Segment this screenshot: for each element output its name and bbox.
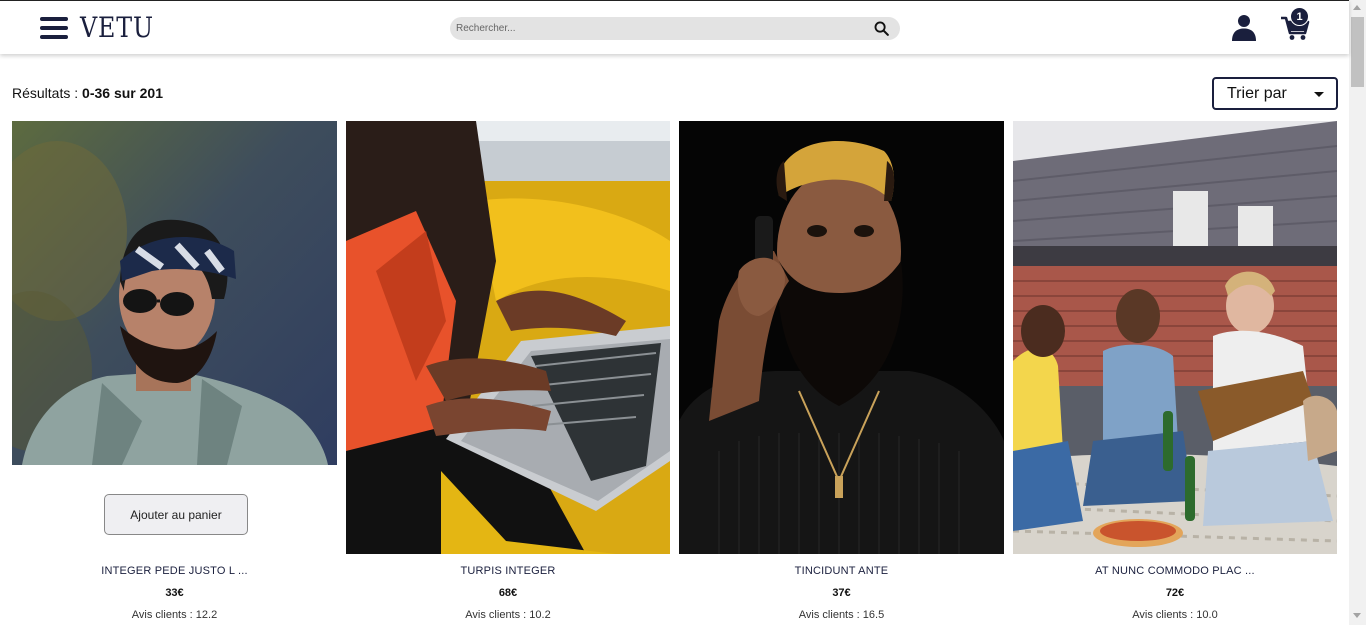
product-image[interactable] <box>12 121 337 465</box>
product-reviews: Avis clients : 10.0 <box>1132 609 1218 621</box>
product-price: 33€ <box>165 587 184 599</box>
search-input[interactable] <box>456 19 856 38</box>
cart-count-badge: 1 <box>1290 7 1309 26</box>
product-card[interactable]: TINCIDUNT ANTE 37€ Avis clients : 16.5 <box>679 121 1004 625</box>
top-header: VETU 1 <box>0 0 1349 54</box>
product-card[interactable]: Ajouter au panier INTEGER PEDE JUSTO L .… <box>12 121 337 625</box>
sort-label: Trier par <box>1227 85 1287 102</box>
product-image[interactable] <box>679 121 1004 554</box>
product-card[interactable]: TURPIS INTEGER 68€ Avis clients : 10.2 <box>346 121 670 625</box>
results-count: Résultats : 0-36 sur 201 <box>12 85 163 101</box>
product-image[interactable] <box>346 121 670 554</box>
results-range: 0-36 sur 201 <box>82 85 163 101</box>
vertical-scrollbar[interactable] <box>1349 0 1366 625</box>
scrollbar-thumb[interactable] <box>1351 17 1364 87</box>
menu-icon[interactable] <box>40 17 68 39</box>
product-price: 37€ <box>832 587 851 599</box>
search-icon[interactable] <box>873 20 890 37</box>
sort-dropdown[interactable]: Trier par <box>1212 77 1338 110</box>
product-name[interactable]: TURPIS INTEGER <box>346 565 670 577</box>
product-name[interactable]: AT NUNC COMMODO PLAC ... <box>1013 565 1337 577</box>
product-reviews: Avis clients : 10.2 <box>465 609 551 621</box>
product-price: 72€ <box>1165 587 1185 599</box>
user-icon[interactable] <box>1232 14 1256 41</box>
chevron-down-icon <box>1314 92 1324 97</box>
product-name[interactable]: TINCIDUNT ANTE <box>679 565 1004 577</box>
product-card[interactable]: AT NUNC COMMODO PLAC ... 72€ Avis client… <box>1013 121 1337 625</box>
add-to-cart-button[interactable]: Ajouter au panier <box>104 494 248 535</box>
product-reviews: Avis clients : 12.2 <box>131 609 218 621</box>
product-reviews: Avis clients : 16.5 <box>798 609 885 621</box>
product-image[interactable] <box>1013 121 1337 554</box>
scroll-down-icon[interactable] <box>1353 613 1361 618</box>
results-label: Résultats : <box>12 85 83 101</box>
product-name[interactable]: INTEGER PEDE JUSTO L ... <box>12 565 337 577</box>
page: VETU 1 Résultats : 0-36 sur 201 Trier pa… <box>0 0 1366 625</box>
product-price: 68€ <box>498 587 518 599</box>
scroll-up-icon[interactable] <box>1353 5 1361 10</box>
search-bar <box>450 17 900 40</box>
brand-logo[interactable]: VETU <box>80 11 154 44</box>
